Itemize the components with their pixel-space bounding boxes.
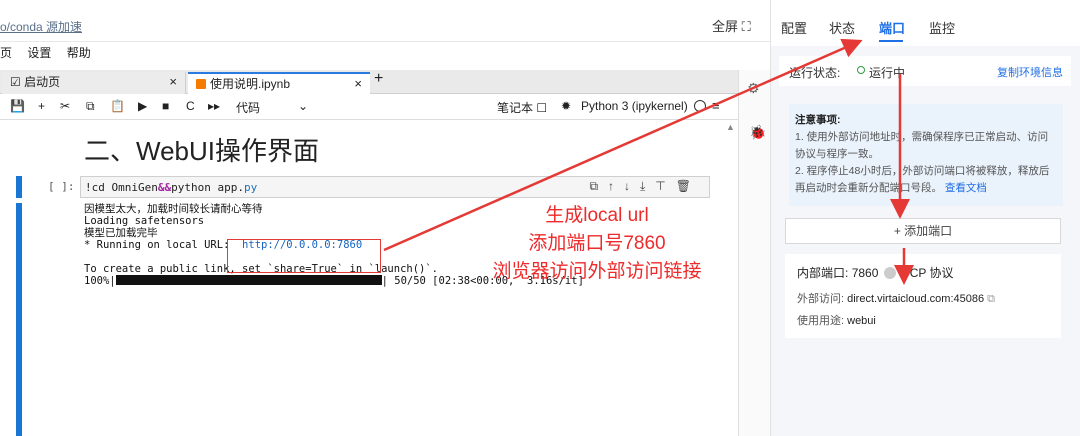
tab-ports[interactable]: 端口: [879, 18, 905, 37]
kernel-status-icon: [694, 100, 706, 112]
view-docs-link[interactable]: 查看文档: [945, 182, 987, 194]
new-tab-button[interactable]: +: [374, 70, 383, 88]
env-path-link[interactable]: o/conda 源加速: [0, 18, 82, 35]
app-root: o/conda 源加速 全屏 ⛶ 页 设置 帮助 ☑ 启动页 × 使用说明.ip…: [0, 0, 1080, 436]
notebook-label[interactable]: 笔记本 ☐: [497, 99, 547, 116]
protocol-label: TCP 协议: [902, 266, 954, 280]
port-card: 内部端口: 7860 TCP 协议 外部访问: direct.virtaiclou…: [785, 254, 1061, 338]
add-port-button[interactable]: + 添加端口: [785, 218, 1061, 244]
code-text: !cd OmniGen&&python app.py: [85, 181, 258, 194]
markdown-heading: 二、WebUI操作界面: [84, 136, 319, 166]
run-status-label: 运行状态:: [789, 66, 841, 80]
top-bar: o/conda 源加速 全屏 ⛶: [0, 0, 770, 42]
settings-gear-icon[interactable]: ✹: [561, 99, 571, 113]
notice-box: 注意事项: 1. 使用外部访问地址时，需确保程序已正常启动、访问协议与程序一致。…: [789, 104, 1063, 206]
notebook-icon: [196, 79, 206, 89]
property-inspector-icon[interactable]: ⚙: [747, 80, 760, 97]
right-panel: 配置 状态 端口 监控 运行状态: 运行中 复制环境信息 注意事项: 1. 使用…: [770, 0, 1080, 436]
scroll-up-icon[interactable]: ▲: [726, 122, 735, 132]
tab-label: 使用说明.ipynb: [210, 77, 291, 91]
menu-icon[interactable]: ≡: [712, 98, 720, 113]
tab-label: ☑ 启动页: [10, 75, 61, 89]
status-dot-icon: [857, 66, 865, 74]
add-cell-icon[interactable]: +: [38, 99, 45, 113]
url-highlight-box: [227, 239, 381, 273]
copy-env-link[interactable]: 复制环境信息: [997, 64, 1063, 80]
run-status-value: 运行中: [869, 66, 906, 80]
internal-port-row: 内部端口: 7860 TCP 协议: [797, 266, 954, 280]
cell-toolbar[interactable]: ⧉↑↓⤓⊤🗑: [589, 179, 701, 194]
paste-icon[interactable]: 📋: [110, 99, 125, 113]
usage-row: 使用用途: webui: [797, 315, 876, 327]
active-tab-indicator: [879, 40, 903, 42]
output-collapse-bar[interactable]: [16, 203, 22, 436]
tab-config[interactable]: 配置: [781, 18, 807, 37]
cell-prompt: [ ]:: [48, 180, 75, 193]
close-icon[interactable]: ×: [354, 74, 362, 94]
annotation-line: 浏览器访问外部访问链接: [492, 261, 702, 282]
annotation-line: 添加端口号7860: [528, 233, 666, 254]
cell-type-select[interactable]: 代码: [236, 99, 260, 116]
right-sidebar-strip: ⚙ 🐞: [738, 70, 770, 436]
annotation-text: 生成local url 添加端口号7860 浏览器访问外部访问链接: [462, 202, 732, 286]
run-status-row: 运行状态: 运行中 复制环境信息: [779, 56, 1071, 86]
copy-icon[interactable]: ⧉: [86, 99, 95, 114]
notebook-toolbar: 💾 + ✂ ⧉ 📋 ▶ ■ C ▸▸ 代码 ⌄ 笔记本 ☐ ✹ Python 3…: [0, 96, 738, 118]
run-icon[interactable]: ▶: [138, 99, 147, 113]
tab-bar: ☑ 启动页 × 使用说明.ipynb × +: [0, 70, 738, 94]
menu-item-settings[interactable]: 设置: [27, 46, 51, 60]
internal-port-value: 7860: [851, 266, 879, 280]
tab-monitor[interactable]: 监控: [929, 18, 955, 37]
external-access-row: 外部访问: direct.virtaicloud.com:45086 ⧉: [797, 293, 996, 305]
save-icon[interactable]: 💾: [10, 99, 25, 113]
port-toggle-icon[interactable]: [884, 267, 897, 279]
stop-icon[interactable]: ■: [162, 99, 169, 113]
notice-item: 2. 程序停止48小时后，外部访问端口将被释放，释放后再启动时会重新分配端口号段…: [795, 165, 1050, 194]
run-all-icon[interactable]: ▸▸: [208, 99, 220, 113]
kernel-name[interactable]: Python 3 (ipykernel): [581, 99, 688, 113]
chevron-down-icon[interactable]: ⌄: [298, 99, 308, 113]
annotation-line: 生成local url: [545, 205, 649, 226]
restart-icon[interactable]: C: [186, 99, 195, 113]
external-url-link[interactable]: direct.virtaicloud.com:45086: [847, 293, 984, 305]
tab-launcher[interactable]: ☑ 启动页 ×: [2, 72, 186, 94]
copy-icon[interactable]: ⧉: [987, 293, 995, 305]
menu-item-page[interactable]: 页: [0, 46, 12, 60]
tab-notebook[interactable]: 使用说明.ipynb ×: [188, 72, 370, 94]
cut-icon[interactable]: ✂: [60, 99, 70, 113]
code-cell-input[interactable]: !cd OmniGen&&python app.py ⧉↑↓⤓⊤🗑: [80, 176, 710, 198]
debugger-icon[interactable]: 🐞: [749, 124, 766, 141]
cell-active-bar[interactable]: [16, 176, 22, 198]
notice-item: 1. 使用外部访问地址时，需确保程序已正常启动、访问协议与程序一致。: [795, 131, 1049, 160]
panel-tabs: 配置 状态 端口 监控: [771, 0, 1080, 46]
menu-bar: 页 设置 帮助: [0, 44, 103, 66]
notice-title: 注意事项:: [795, 114, 841, 126]
usage-value: webui: [847, 315, 876, 327]
progress-bar: [115, 275, 382, 285]
fullscreen-button[interactable]: 全屏 ⛶: [712, 16, 751, 35]
close-icon[interactable]: ×: [169, 72, 177, 92]
menu-item-help[interactable]: 帮助: [67, 46, 91, 60]
tab-status[interactable]: 状态: [829, 18, 855, 37]
